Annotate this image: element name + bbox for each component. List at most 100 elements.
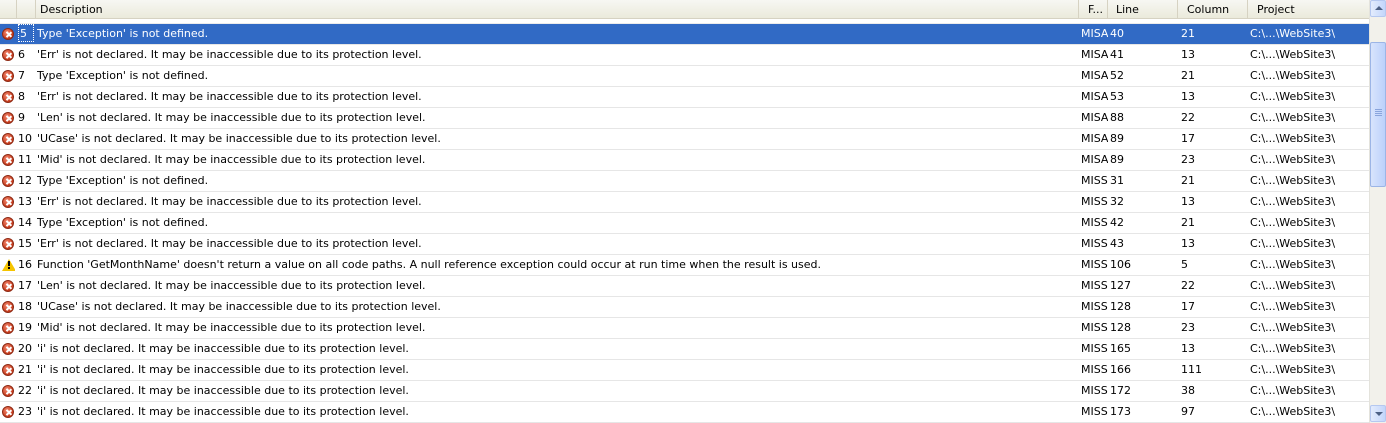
row-project: C:\...\WebSite3\	[1250, 195, 1336, 208]
row-column: 97	[1181, 405, 1195, 418]
row-number: 18	[18, 300, 32, 313]
table-row[interactable]: 22 'i' is not declared. It may be inacces…	[0, 381, 1369, 402]
table-row[interactable]: 14 Type 'Exception' is not defined. MISS 42…	[0, 213, 1369, 234]
table-row[interactable]: 6 'Err' is not declared. It may be inacce…	[0, 45, 1369, 66]
row-number: 15	[18, 237, 32, 250]
row-line: 31	[1110, 174, 1124, 187]
row-file: MISS	[1081, 321, 1108, 334]
row-project: C:\...\WebSite3\	[1250, 300, 1336, 313]
table-row[interactable]: 11 'Mid' is not declared. It may be inacc…	[0, 150, 1369, 171]
header-number-column[interactable]	[17, 0, 36, 19]
table-row[interactable]: 10 'UCase' is not declared. It may be ina…	[0, 129, 1369, 150]
header-file[interactable]: F...	[1079, 0, 1108, 19]
row-column: 13	[1181, 48, 1195, 61]
row-project: C:\...\WebSite3\	[1250, 132, 1336, 145]
row-file: MISS	[1081, 174, 1108, 187]
row-number: 22	[18, 384, 32, 397]
row-file: MISS	[1081, 258, 1108, 271]
row-number: 21	[18, 363, 32, 376]
grip-line	[1375, 109, 1382, 110]
header-description[interactable]: Description	[36, 0, 1079, 19]
row-line: 128	[1110, 300, 1131, 313]
row-file: MISA	[1081, 153, 1108, 166]
table-row[interactable]: 16 Function 'GetMonthName' doesn't return…	[0, 255, 1369, 276]
row-file: MISS	[1081, 216, 1108, 229]
row-number: 13	[18, 195, 32, 208]
row-column: 21	[1181, 216, 1195, 229]
row-column: 22	[1181, 111, 1195, 124]
error-icon	[1, 318, 15, 338]
error-icon	[1, 87, 15, 107]
row-project: C:\...\WebSite3\	[1250, 111, 1336, 124]
vertical-scrollbar[interactable]	[1369, 0, 1386, 423]
row-file: MISS	[1081, 405, 1108, 418]
chevron-down-icon	[1375, 412, 1383, 416]
header-project[interactable]: Project	[1248, 0, 1369, 19]
grip-line	[1375, 113, 1382, 114]
header-line[interactable]: Line	[1108, 0, 1178, 19]
table-row[interactable]: 7 Type 'Exception' is not defined. MISA 52 2…	[0, 66, 1369, 87]
scroll-down-button[interactable]	[1370, 405, 1386, 422]
header-column[interactable]: Column	[1178, 0, 1248, 19]
row-number: 8	[18, 90, 25, 103]
row-number: 10	[18, 132, 32, 145]
error-icon	[1, 360, 15, 380]
row-file: MISS	[1081, 384, 1108, 397]
table-row[interactable]: 21 'i' is not declared. It may be inacces…	[0, 360, 1369, 381]
table-row[interactable]: 20 'i' is not declared. It may be inacces…	[0, 339, 1369, 360]
row-description: 'Err' is not declared. It may be inacces…	[37, 195, 422, 208]
row-number: 7	[18, 69, 25, 82]
row-file: MISS	[1081, 363, 1108, 376]
row-number: 19	[18, 321, 32, 334]
row-description: Function 'GetMonthName' doesn't return a…	[37, 258, 822, 271]
table-row[interactable]: 18 'UCase' is not declared. It may be ina…	[0, 297, 1369, 318]
table-row[interactable]: 9 'Len' is not declared. It may be inacce…	[0, 108, 1369, 129]
row-number: 12	[18, 174, 32, 187]
row-project: C:\...\WebSite3\	[1250, 237, 1336, 250]
error-icon	[1, 129, 15, 149]
header-icon-column[interactable]	[0, 0, 17, 19]
row-project: C:\...\WebSite3\	[1250, 342, 1336, 355]
row-project: C:\...\WebSite3\	[1250, 279, 1336, 292]
row-column: 23	[1181, 321, 1195, 334]
chevron-up-icon	[1375, 6, 1383, 10]
row-number: 11	[18, 153, 32, 166]
row-description: 'Mid' is not declared. It may be inacces…	[37, 153, 426, 166]
row-project: C:\...\WebSite3\	[1250, 216, 1336, 229]
row-line: 52	[1110, 69, 1124, 82]
table-row[interactable]: 19 'Mid' is not declared. It may be inacc…	[0, 318, 1369, 339]
error-list-window: Description F... Line Column Project 5 Ty…	[0, 0, 1386, 423]
row-column: 21	[1181, 69, 1195, 82]
table-row[interactable]: 17 'Len' is not declared. It may be inacc…	[0, 276, 1369, 297]
error-icon	[1, 171, 15, 191]
row-project: C:\...\WebSite3\	[1250, 384, 1336, 397]
row-number: 23	[18, 405, 32, 418]
row-file: MISA	[1081, 69, 1108, 82]
row-line: 53	[1110, 90, 1124, 103]
row-description: Type 'Exception' is not defined.	[37, 216, 209, 229]
row-column: 111	[1181, 363, 1202, 376]
error-icon	[1, 192, 15, 212]
table-row[interactable]: 15 'Err' is not declared. It may be inacc…	[0, 234, 1369, 255]
table-row[interactable]: 13 'Err' is not declared. It may be inacc…	[0, 192, 1369, 213]
scroll-up-button[interactable]	[1370, 0, 1386, 17]
row-file: MISA	[1081, 132, 1108, 145]
row-line: 173	[1110, 405, 1131, 418]
error-icon	[1, 339, 15, 359]
row-column: 23	[1181, 153, 1195, 166]
row-line: 89	[1110, 153, 1124, 166]
column-header: Description F... Line Column Project	[0, 0, 1369, 19]
error-icon	[1, 66, 15, 86]
row-line: 89	[1110, 132, 1124, 145]
table-row[interactable]: 8 'Err' is not declared. It may be inacce…	[0, 87, 1369, 108]
table-row[interactable]: 5 Type 'Exception' is not defined. MISA 40 2…	[0, 24, 1369, 45]
row-file: MISA	[1081, 48, 1108, 61]
scrollbar-thumb[interactable]	[1370, 42, 1386, 187]
table-row[interactable]: 12 Type 'Exception' is not defined. MISS 31…	[0, 171, 1369, 192]
row-column: 22	[1181, 279, 1195, 292]
row-line: 43	[1110, 237, 1124, 250]
row-column: 13	[1181, 237, 1195, 250]
row-file: MISA	[1081, 111, 1108, 124]
table-row[interactable]: 23 'i' is not declared. It may be inacces…	[0, 402, 1369, 423]
row-project: C:\...\WebSite3\	[1250, 153, 1336, 166]
